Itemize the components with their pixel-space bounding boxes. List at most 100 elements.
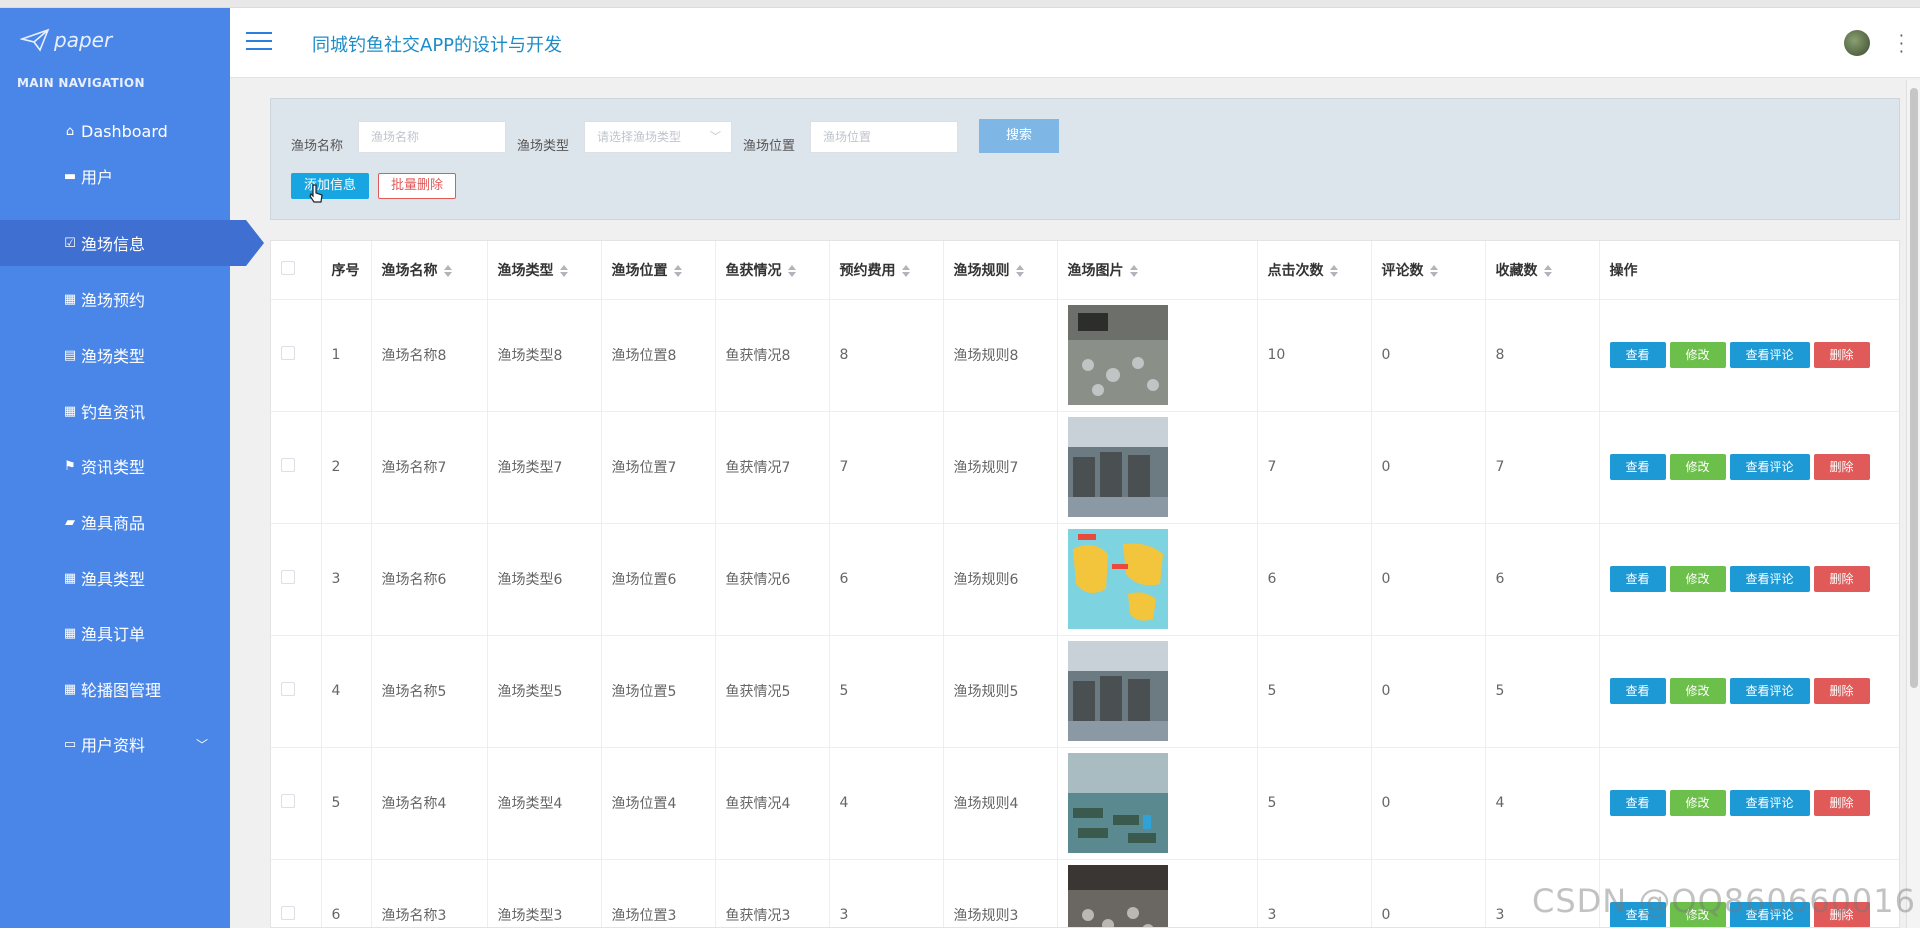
col-actions: 操作 [1599, 241, 1899, 300]
col-comments[interactable]: 评论数 [1371, 241, 1486, 300]
sort-icon[interactable] [1543, 264, 1552, 277]
brand-name: paper [54, 28, 113, 52]
col-location[interactable]: 渔场位置 [601, 241, 716, 300]
sort-icon[interactable] [901, 264, 910, 277]
view-button[interactable]: 查看 [1609, 342, 1666, 368]
fishery-image[interactable] [1067, 641, 1168, 741]
delete-button[interactable]: 删除 [1813, 678, 1870, 704]
nav-item-users[interactable]: ▬ 用户 [0, 153, 230, 199]
sort-icon[interactable] [443, 264, 452, 277]
row-select-cell[interactable] [271, 635, 322, 748]
col-catch[interactable]: 鱼获情况 [715, 241, 830, 300]
row-checkbox[interactable] [281, 458, 295, 472]
nav-item-news-type[interactable]: ⚑ 资讯类型 [0, 443, 230, 489]
col-clicks[interactable]: 点击次数 [1257, 241, 1372, 300]
cell-index: 1 [321, 299, 372, 412]
view-comments-button[interactable]: 查看评论 [1729, 790, 1810, 816]
nav-item-fishery-info[interactable]: ☑ 渔场信息 [0, 220, 264, 266]
scrollbar-thumb[interactable] [1910, 88, 1918, 688]
edit-button[interactable]: 修改 [1669, 342, 1726, 368]
row-select-cell[interactable] [271, 299, 322, 412]
row-select-cell[interactable] [271, 411, 322, 524]
col-label: 渔场位置 [611, 262, 668, 279]
edit-button[interactable]: 修改 [1669, 454, 1726, 480]
delete-button[interactable]: 删除 [1813, 342, 1870, 368]
fishery-image[interactable] [1067, 417, 1168, 517]
sort-icon[interactable] [787, 264, 796, 277]
row-checkbox[interactable] [281, 682, 295, 696]
avatar[interactable] [1844, 30, 1870, 56]
view-comments-button[interactable]: 查看评论 [1729, 566, 1810, 592]
type-select-placeholder: 请选择渔场类型 [597, 130, 682, 144]
delete-button[interactable]: 删除 [1813, 454, 1870, 480]
nav-item-label: 渔具类型 [81, 570, 146, 589]
sort-icon[interactable] [1429, 264, 1438, 277]
delete-button[interactable]: 删除 [1813, 566, 1870, 592]
fishery-image[interactable] [1067, 865, 1168, 928]
view-comments-button[interactable]: 查看评论 [1729, 678, 1810, 704]
edit-button[interactable]: 修改 [1669, 790, 1726, 816]
nav-item-user-profile[interactable]: ▭ 用户资料 ﹀ [0, 721, 230, 767]
nav-item-fishery-booking[interactable]: ▦ 渔场预约 [0, 276, 230, 322]
select-all-checkbox[interactable] [281, 260, 295, 275]
nav-item-fishing-news[interactable]: ▦ 钓鱼资讯 [0, 388, 230, 434]
row-checkbox[interactable] [281, 346, 295, 360]
cell-image [1057, 635, 1258, 748]
cell-image [1057, 859, 1258, 928]
view-button[interactable]: 查看 [1609, 454, 1666, 480]
row-select-cell[interactable] [271, 523, 322, 636]
chevron-down-icon: ﹀ [710, 130, 721, 143]
nav-item-dashboard[interactable]: ⌂ Dashboard [0, 108, 230, 154]
sort-icon[interactable] [1015, 264, 1024, 277]
nav-item-label: 用户资料 [81, 736, 146, 755]
fishery-image[interactable] [1067, 305, 1168, 405]
location-label: 渔场位置 [743, 139, 796, 154]
sort-icon[interactable] [1129, 264, 1138, 277]
edit-button[interactable]: 修改 [1669, 678, 1726, 704]
cell-rules: 渔场规则3 [943, 859, 1058, 927]
fishery-image[interactable] [1067, 753, 1168, 853]
mouse-cursor-icon [309, 184, 323, 203]
row-checkbox[interactable] [281, 570, 295, 584]
col-image[interactable]: 渔场图片 [1057, 241, 1258, 300]
cell-name: 渔场名称8 [371, 299, 488, 412]
sort-icon[interactable] [1329, 264, 1338, 277]
location-search-input[interactable]: 渔场位置 [810, 121, 958, 153]
menu-toggle-icon[interactable] [246, 32, 272, 52]
delete-button[interactable]: 删除 [1813, 790, 1870, 816]
cell-fee: 3 [829, 859, 944, 927]
search-button[interactable]: 搜索 [979, 119, 1059, 153]
row-select-cell[interactable] [271, 859, 322, 927]
view-button[interactable]: 查看 [1609, 566, 1666, 592]
fishery-image[interactable] [1067, 529, 1168, 629]
col-fee[interactable]: 预约费用 [829, 241, 944, 300]
edit-button[interactable]: 修改 [1669, 566, 1726, 592]
name-search-input[interactable]: 渔场名称 [358, 121, 506, 153]
row-checkbox[interactable] [281, 794, 295, 808]
view-button[interactable]: 查看 [1609, 678, 1666, 704]
batch-delete-button[interactable]: 批量删除 [378, 173, 456, 199]
type-select[interactable]: 请选择渔场类型 ﹀ [584, 121, 732, 153]
view-comments-button[interactable]: 查看评论 [1729, 454, 1810, 480]
sort-icon[interactable] [673, 264, 682, 277]
view-button[interactable]: 查看 [1609, 790, 1666, 816]
select-all-cell[interactable] [271, 241, 322, 300]
col-favorites[interactable]: 收藏数 [1485, 241, 1600, 300]
col-type[interactable]: 渔场类型 [487, 241, 602, 300]
nav-item-gear-products[interactable]: ▰ 渔具商品 [0, 499, 230, 545]
nav-item-carousel[interactable]: ▦ 轮播图管理 [0, 666, 230, 712]
page-scrollbar[interactable] [1906, 80, 1920, 928]
brand-logo[interactable]: paper [20, 22, 112, 58]
nav-item-gear-type[interactable]: ▦ 渔具类型 [0, 555, 230, 601]
add-button[interactable]: 添加信息 [291, 173, 369, 199]
cell-catch: 鱼获情况6 [715, 523, 830, 636]
sort-icon[interactable] [559, 264, 568, 277]
row-checkbox[interactable] [281, 906, 295, 920]
row-select-cell[interactable] [271, 747, 322, 860]
nav-item-gear-orders[interactable]: ▦ 渔具订单 [0, 610, 230, 656]
col-rules[interactable]: 渔场规则 [943, 241, 1058, 300]
nav-item-fishery-type[interactable]: ▤ 渔场类型 [0, 332, 230, 378]
more-vertical-icon[interactable]: · · · [1899, 28, 1904, 60]
col-name[interactable]: 渔场名称 [371, 241, 488, 300]
view-comments-button[interactable]: 查看评论 [1729, 342, 1810, 368]
